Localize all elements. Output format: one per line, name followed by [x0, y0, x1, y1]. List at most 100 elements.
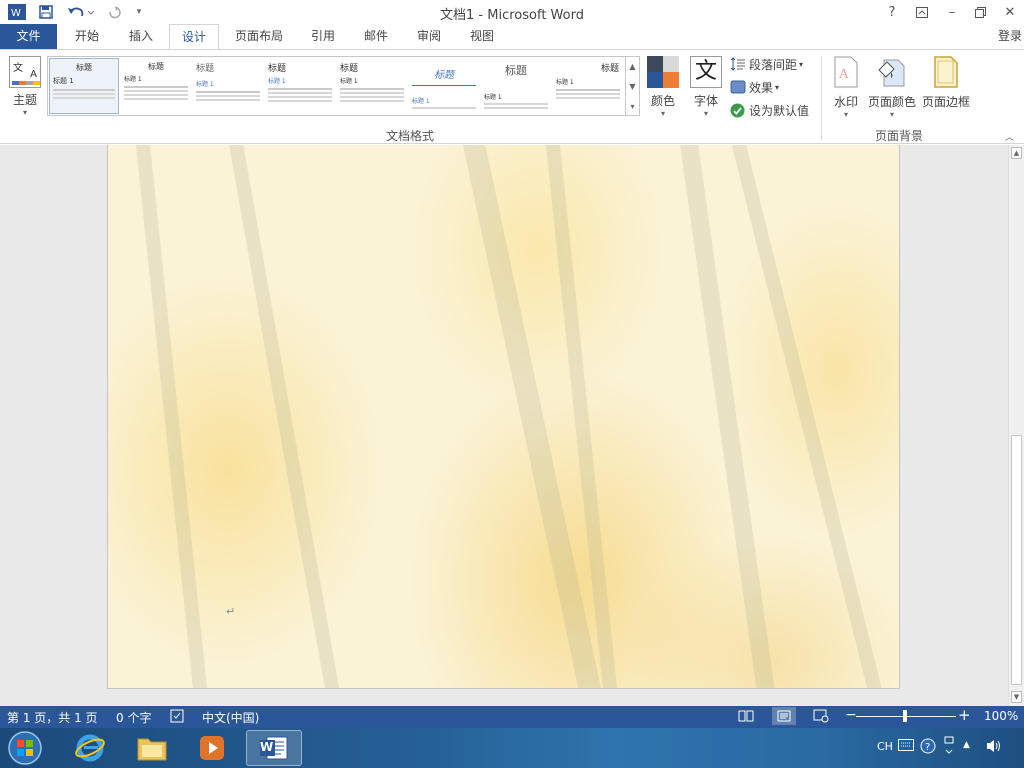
windows-taskbar: W CH ? ▲: [0, 728, 1024, 768]
tab-design[interactable]: 设计: [169, 24, 219, 50]
style-set-gallery[interactable]: 标题 标题 1 标题 标题 1 标题 标题 1 标题 标题 1 标题 标题 1 …: [47, 56, 640, 116]
style-subheading: 标题 1: [484, 94, 502, 101]
tab-references[interactable]: 引用: [300, 24, 346, 49]
tab-home[interactable]: 开始: [62, 24, 112, 49]
taskbar-word-button[interactable]: W: [246, 730, 302, 766]
tab-page-layout[interactable]: 页面布局: [224, 24, 294, 49]
chevron-down-icon: ▾: [703, 109, 708, 118]
style-heading: 标题: [600, 64, 619, 74]
collapse-ribbon-icon[interactable]: ︿: [1005, 130, 1014, 143]
style-set-item[interactable]: 标题 标题 1: [49, 58, 119, 114]
style-set-item[interactable]: 标题 标题 1: [337, 58, 407, 114]
ribbon-design: 文 A 主题 ▾ 标题 标题 1 标题 标题 1 标题 标题 1 标题 标题 1: [0, 49, 1024, 144]
volume-icon[interactable]: [985, 738, 1003, 757]
chevron-down-icon: ▾: [22, 108, 27, 117]
style-set-item[interactable]: 标题 标题 1: [121, 58, 191, 114]
gallery-down-arrow-icon[interactable]: ▼: [625, 77, 639, 96]
ime-options-icon[interactable]: [943, 736, 955, 759]
sign-in-link[interactable]: 登录: [998, 24, 1022, 48]
chevron-down-icon: ▾: [660, 109, 665, 118]
zoom-in-button[interactable]: +: [958, 706, 971, 724]
themes-icon: 文 A: [9, 56, 41, 88]
effects-icon: [730, 80, 746, 94]
page-color-label: 页面颜色: [868, 95, 917, 109]
chevron-down-icon: ▾: [843, 110, 848, 119]
style-heading: 标题: [76, 63, 92, 72]
style-set-item[interactable]: 标题 标题 1: [265, 58, 335, 114]
effects-button[interactable]: 效果 ▾: [730, 77, 779, 97]
fonts-label: 字体: [693, 94, 718, 108]
style-subheading: 标题 1: [196, 81, 214, 88]
tab-review[interactable]: 审阅: [406, 24, 452, 49]
restore-icon[interactable]: [966, 0, 994, 24]
minimize-button[interactable]: –: [938, 0, 966, 24]
set-default-button[interactable]: 设为默认值: [730, 100, 809, 120]
themes-label: 主题: [12, 93, 37, 107]
tab-mailings[interactable]: 邮件: [353, 24, 399, 49]
fonts-button[interactable]: 文 字体 ▾: [688, 56, 724, 118]
keyboard-icon[interactable]: [898, 739, 914, 754]
svg-text:?: ?: [925, 742, 930, 753]
group-label-document-format: 文档格式: [386, 129, 435, 143]
style-set-item[interactable]: 标题 标题 1: [193, 58, 263, 114]
read-mode-icon[interactable]: [738, 709, 754, 726]
group-separator: [821, 56, 822, 140]
themes-button[interactable]: 文 A 主题 ▾: [8, 56, 42, 117]
style-set-item[interactable]: 标题 标题 1: [481, 58, 551, 114]
proofing-icon[interactable]: [170, 708, 186, 727]
style-subheading: 标题 1: [268, 78, 286, 85]
ribbon-display-options-icon[interactable]: [908, 0, 936, 24]
web-layout-icon[interactable]: [813, 709, 829, 726]
word-icon-letter: W: [260, 740, 274, 754]
style-heading: 标题: [505, 64, 527, 77]
style-subheading: 标题 1: [556, 79, 574, 86]
media-player-icon[interactable]: [184, 730, 240, 766]
watermark-button[interactable]: A 水印 ▾: [830, 56, 862, 119]
style-heading: 标题: [434, 70, 454, 81]
language-indicator[interactable]: 中文(中国): [202, 709, 259, 726]
paragraph-spacing-label: 段落间距: [749, 57, 798, 72]
page-color-button[interactable]: 页面颜色 ▾: [868, 56, 916, 119]
title-bar: W ▾ 文档1 - Microsoft Word ? – ✕: [0, 0, 1024, 24]
start-button-icon[interactable]: [0, 730, 50, 766]
print-layout-icon[interactable]: [772, 707, 796, 725]
help-circle-icon[interactable]: ?: [920, 738, 936, 757]
svg-text:A: A: [838, 67, 849, 82]
show-hidden-icons-icon[interactable]: ▲: [963, 740, 970, 750]
zoom-slider-thumb[interactable]: [903, 710, 907, 722]
scrollbar-thumb[interactable]: [1011, 435, 1022, 685]
gallery-more-icon[interactable]: ▾: [625, 97, 639, 116]
style-heading: 标题: [340, 64, 359, 74]
zoom-level[interactable]: 100%: [984, 709, 1018, 723]
input-method-indicator[interactable]: CH: [877, 740, 893, 753]
style-heading: 标题: [196, 64, 215, 74]
tab-view[interactable]: 视图: [459, 24, 505, 49]
tab-file[interactable]: 文件: [0, 24, 57, 49]
zoom-out-button[interactable]: −: [845, 707, 857, 723]
style-set-item[interactable]: 标题 标题 1: [409, 58, 479, 114]
vertical-scrollbar[interactable]: ▲ ▼: [1008, 145, 1024, 706]
ribbon-tabs: 文件 开始 插入 设计 页面布局 引用 邮件 审阅 视图 登录: [0, 24, 1024, 50]
internet-explorer-icon[interactable]: [62, 730, 118, 766]
paragraph-spacing-button[interactable]: 段落间距 ▾: [730, 54, 803, 74]
file-explorer-icon[interactable]: [124, 730, 180, 766]
style-heading: 标题: [268, 64, 287, 74]
style-subheading: 标题 1: [340, 78, 358, 85]
page-count[interactable]: 第 1 页，共 1 页: [7, 709, 98, 726]
colors-label: 颜色: [650, 94, 675, 108]
gallery-up-arrow-icon[interactable]: ▲: [625, 57, 639, 76]
tab-insert[interactable]: 插入: [116, 24, 166, 49]
document-page[interactable]: ↵: [107, 145, 900, 689]
document-area: ↵: [0, 145, 1008, 706]
help-button[interactable]: ?: [878, 0, 906, 24]
close-button[interactable]: ✕: [996, 0, 1024, 24]
checkmark-icon: [730, 103, 745, 117]
window-title: 文档1 - Microsoft Word: [440, 8, 584, 23]
style-set-item[interactable]: 标题 标题 1: [553, 58, 623, 114]
word-count[interactable]: 0 个字: [116, 709, 151, 726]
page-borders-button[interactable]: 页面边框: [920, 56, 972, 110]
scroll-down-arrow-icon[interactable]: ▼: [1011, 691, 1022, 703]
scroll-up-arrow-icon[interactable]: ▲: [1011, 147, 1022, 159]
colors-button[interactable]: 颜色 ▾: [646, 56, 680, 118]
chevron-down-icon: ▾: [889, 110, 894, 119]
